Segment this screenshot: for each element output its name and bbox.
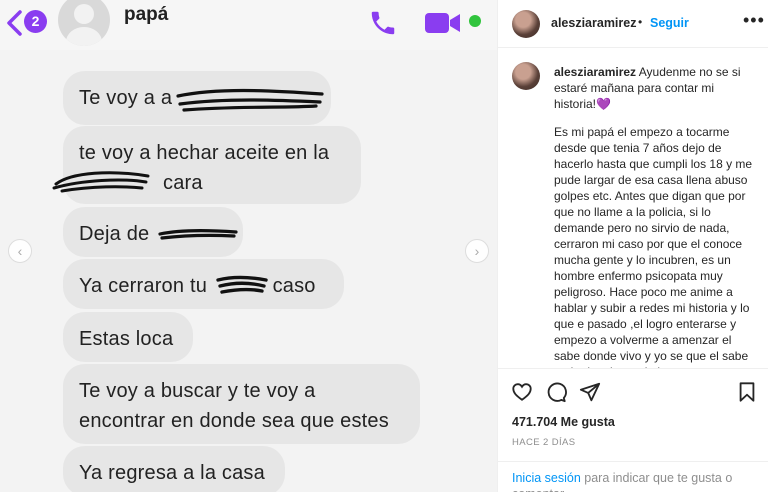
redaction-scribble	[176, 88, 324, 112]
carousel-next-icon[interactable]: ›	[465, 239, 489, 263]
redaction-scribble	[52, 171, 150, 193]
message-bubble: Ya cerraron tu caso	[63, 259, 344, 309]
author-username[interactable]: alesziaramirez	[551, 16, 636, 30]
caption-area: alesziaramirez Ayudenme no se si estaré …	[498, 48, 768, 368]
message-text: Estas loca	[79, 328, 174, 350]
login-prompt: Inicia sesión para indicar que te gusta …	[498, 461, 768, 492]
online-status-dot	[469, 15, 481, 27]
unread-badge: 2	[24, 10, 47, 33]
caption-username[interactable]: alesziaramirez	[554, 65, 636, 79]
video-camera-icon	[425, 13, 460, 33]
heart-icon[interactable]	[511, 381, 533, 403]
post-time[interactable]: HACE 2 DÍAS	[512, 437, 576, 448]
redaction-scribble	[158, 229, 238, 240]
follow-button[interactable]: Seguir	[650, 16, 689, 30]
message-bubble: Ya regresa a la casa	[63, 446, 285, 492]
bookmark-icon[interactable]	[736, 381, 758, 403]
post-header: alesziaramirez • Seguir •••	[498, 0, 768, 48]
share-icon[interactable]	[579, 381, 601, 403]
author-avatar[interactable]	[512, 10, 540, 38]
message-bubble: Estas loca	[63, 312, 193, 362]
likes-count[interactable]: 471.704 Me gusta	[512, 415, 615, 429]
message-text: Te voy a a	[79, 87, 173, 109]
caption-body: Es mi papá el empezo a tocarme desde que…	[554, 125, 753, 368]
message-text: encontrar en donde sea que estes	[79, 410, 389, 432]
message-bubble: Te voy a buscar y te voy a encontrar en …	[63, 364, 420, 444]
post-panel: alesziaramirez • Seguir ••• alesziaramir…	[497, 0, 768, 492]
message-text: Ya cerraron tu	[79, 275, 208, 297]
chat-header: 2 papá	[0, 0, 497, 50]
more-icon[interactable]: •••	[743, 11, 765, 29]
message-text: Deja de	[79, 223, 150, 245]
post-image: 2 papá Te voy a a te voy a hechar aceite…	[0, 0, 497, 492]
phone-icon	[371, 11, 395, 35]
message-text: Te voy a buscar y te voy a	[79, 380, 316, 402]
post-actions: 471.704 Me gusta HACE 2 DÍAS Inicia sesi…	[498, 368, 768, 492]
message-text: Ya regresa a la casa	[79, 462, 265, 484]
carousel-prev-icon[interactable]: ‹	[8, 239, 32, 263]
chevron-left-icon	[7, 10, 22, 36]
redaction-scribble	[216, 275, 268, 294]
caption-avatar[interactable]	[512, 62, 540, 90]
separator-dot: •	[638, 15, 643, 29]
contact-name: papá	[124, 4, 169, 25]
caption-first-line: alesziaramirez Ayudenme no se si estaré …	[554, 64, 759, 112]
contact-avatar	[58, 0, 110, 46]
login-link[interactable]: Inicia sesión	[512, 471, 581, 485]
comment-icon[interactable]	[545, 381, 567, 403]
message-text: caso	[272, 275, 316, 297]
